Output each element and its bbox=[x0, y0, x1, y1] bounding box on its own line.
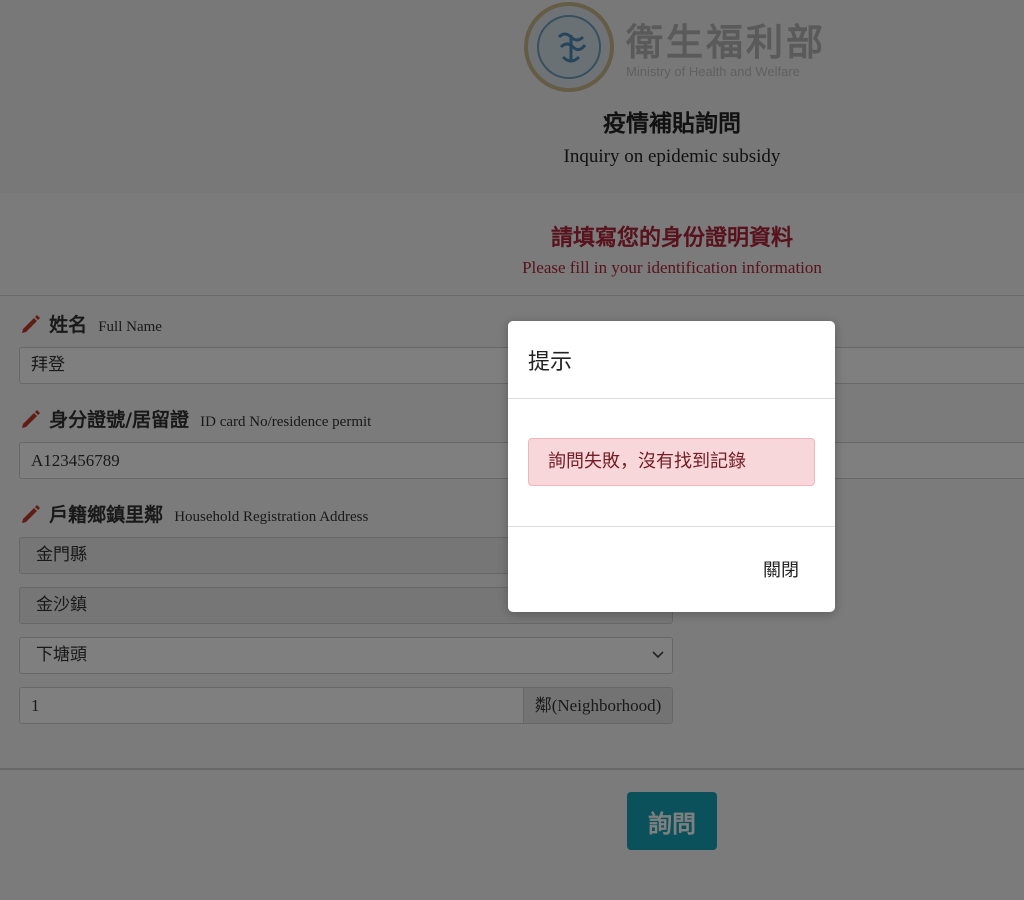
modal-divider bbox=[508, 398, 835, 399]
modal-title: 提示 bbox=[528, 350, 573, 375]
error-alert: 詢問失敗，沒有找到記錄 bbox=[528, 438, 815, 486]
alert-modal: 提示 詢問失敗，沒有找到記錄 關閉 bbox=[508, 321, 835, 612]
close-button[interactable]: 關閉 bbox=[746, 551, 816, 587]
modal-divider bbox=[508, 526, 835, 527]
